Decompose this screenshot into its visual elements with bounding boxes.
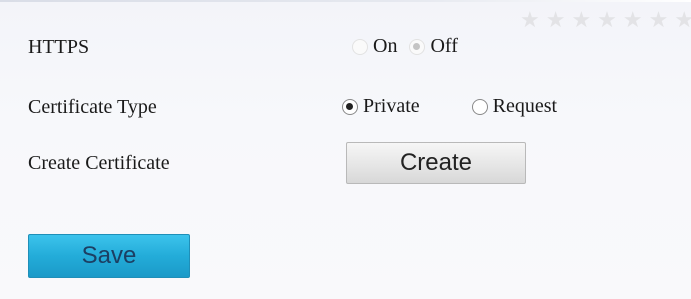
certificate-private-radio-circle[interactable] bbox=[342, 98, 358, 115]
certificate-private-radio[interactable]: Private bbox=[342, 95, 420, 118]
https-off-radio[interactable]: Off bbox=[409, 35, 458, 58]
https-on-radio[interactable]: On bbox=[352, 35, 397, 58]
certificate-private-label: Private bbox=[363, 95, 420, 117]
save-button[interactable]: Save bbox=[28, 234, 190, 278]
certificate-request-radio-circle[interactable] bbox=[471, 98, 488, 115]
create-certificate-button[interactable]: Create bbox=[346, 142, 526, 184]
certificate-type-radio-group: Private Request bbox=[342, 95, 557, 118]
https-label: HTTPS bbox=[28, 36, 90, 58]
https-on-radio-circle[interactable] bbox=[352, 38, 368, 55]
https-off-label: Off bbox=[430, 35, 458, 57]
https-off-radio-circle[interactable] bbox=[409, 38, 426, 55]
certificate-type-label: Certificate Type bbox=[28, 96, 157, 118]
certificate-request-label: Request bbox=[492, 95, 558, 117]
https-settings-panel: ★★★★★★★ HTTPS On Off Certificate Type Pr… bbox=[0, 0, 691, 299]
https-radio-group: On Off bbox=[352, 35, 458, 58]
watermark-stars: ★★★★★★★ bbox=[520, 8, 691, 33]
create-certificate-label: Create Certificate bbox=[28, 152, 170, 174]
certificate-request-radio[interactable]: Request bbox=[471, 95, 558, 118]
https-on-label: On bbox=[373, 35, 398, 57]
